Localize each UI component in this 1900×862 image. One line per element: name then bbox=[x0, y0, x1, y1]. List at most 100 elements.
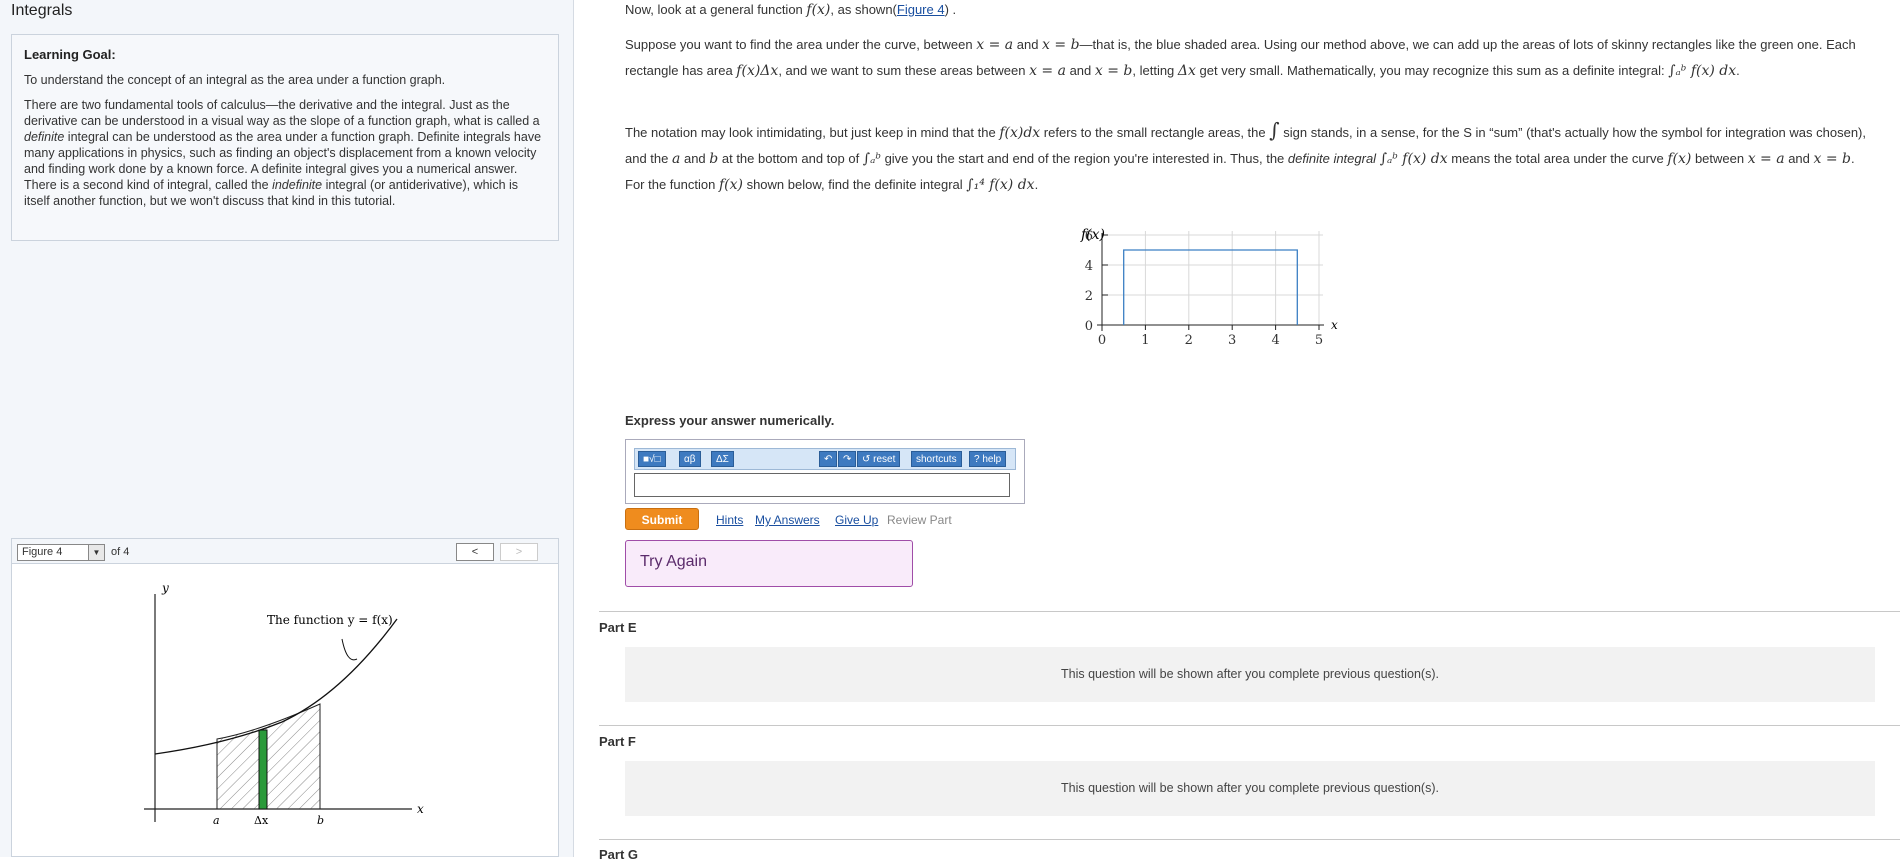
math: b bbox=[709, 151, 719, 167]
math: x = b bbox=[1094, 63, 1133, 79]
math: Δx bbox=[1177, 63, 1196, 79]
divider bbox=[599, 611, 1900, 612]
lg-indefinite: indefinite bbox=[272, 178, 323, 192]
function-graph: 0 1 2 3 4 50246 f(x) x bbox=[1080, 227, 1338, 348]
answer-editor: ■√□ αβ ΔΣ ↶ ↷ ↺ reset shortcuts ? help bbox=[625, 439, 1025, 504]
figure-count: of 4 bbox=[111, 546, 130, 558]
text: at the bottom and top of bbox=[718, 151, 863, 166]
graph-ticks: 0 1 2 3 4 50246 bbox=[1085, 229, 1323, 348]
text: between bbox=[1691, 151, 1748, 166]
learning-goal-line: To understand the concept of an integral… bbox=[24, 73, 446, 87]
text: and bbox=[1065, 63, 1095, 78]
give-up-link[interactable]: Give Up bbox=[835, 513, 878, 527]
math: x = a bbox=[1029, 63, 1066, 79]
math: ∫ₐᵇ bbox=[862, 151, 881, 167]
text: shown below, find the definite integral bbox=[742, 177, 967, 192]
my-answers-link[interactable]: My Answers bbox=[755, 513, 820, 527]
math: x = a bbox=[976, 37, 1014, 53]
redo-button[interactable]: ↷ bbox=[838, 451, 857, 467]
divider bbox=[599, 725, 1900, 726]
function-series-line bbox=[1123, 249, 1298, 325]
text: , as shown( bbox=[830, 2, 897, 17]
math: x = a bbox=[1747, 151, 1785, 167]
label-pointer bbox=[341, 638, 358, 661]
figure-prev-button[interactable]: < bbox=[456, 543, 494, 561]
figure-next-button[interactable]: > bbox=[500, 543, 538, 561]
y-tick-label: 0 bbox=[1085, 319, 1093, 334]
math: f(x)dx bbox=[999, 125, 1041, 141]
reset-button[interactable]: ↺ reset bbox=[857, 451, 901, 467]
text: Suppose you want to find the area under … bbox=[625, 37, 977, 52]
greek-button[interactable]: αβ bbox=[679, 451, 701, 467]
part-e-label: Part E bbox=[599, 620, 637, 635]
text: The notation may look intimidating, but … bbox=[625, 125, 1000, 140]
shaded-area bbox=[216, 703, 321, 810]
figure-4-diagram: y x The function y = f(x) a Δx b bbox=[144, 581, 424, 827]
learning-goal-box: Learning Goal: To understand the concept… bbox=[11, 34, 559, 241]
shortcuts-button[interactable]: shortcuts bbox=[911, 451, 962, 467]
text: and bbox=[1013, 37, 1043, 52]
figure-select[interactable]: Figure 4 ▼ bbox=[17, 544, 105, 561]
math: f(x) bbox=[718, 177, 743, 193]
chevron-down-icon[interactable]: ▼ bbox=[88, 545, 104, 560]
help-button[interactable]: ? help bbox=[969, 451, 1007, 467]
hints-link[interactable]: Hints bbox=[716, 513, 743, 527]
left-panel: Integrals Learning Goal: To understand t… bbox=[0, 0, 574, 857]
figure-select-value: Figure 4 bbox=[22, 546, 63, 558]
text: . bbox=[1736, 63, 1740, 78]
text: ) . bbox=[944, 2, 957, 17]
sum-paragraph: Suppose you want to find the area under … bbox=[625, 32, 1875, 84]
text: get very small. Mathematically, you may … bbox=[1195, 63, 1669, 78]
function-label: The function y = f(x) bbox=[267, 613, 393, 627]
graph-x-label: x bbox=[1331, 318, 1338, 332]
answer-prompt: Express your answer numerically. bbox=[625, 413, 835, 428]
text: , letting bbox=[1132, 63, 1178, 78]
lg-text-a: There are two fundamental tools of calcu… bbox=[24, 98, 540, 128]
figure-panel: Figure 4 ▼ of 4 < > y x The function y =… bbox=[11, 538, 559, 857]
x-tick-label: 2 bbox=[1185, 333, 1193, 348]
answer-input[interactable] bbox=[634, 473, 1010, 497]
b-label: b bbox=[317, 814, 324, 827]
feedback-box: Try Again bbox=[625, 540, 913, 587]
text: Now, look at a general function bbox=[625, 2, 807, 17]
symbols-button[interactable]: ΔΣ bbox=[711, 451, 734, 467]
review-part-link: Review Part bbox=[887, 513, 952, 527]
a-label: a bbox=[213, 814, 220, 827]
math: f(x) bbox=[1667, 151, 1692, 167]
math: x = b bbox=[1813, 151, 1852, 167]
math: ∫ₐᵇ f(x) dx bbox=[1379, 151, 1448, 167]
page-title: Integrals bbox=[11, 2, 73, 19]
math: ∫ₐᵇ f(x) dx bbox=[1668, 63, 1737, 79]
divider bbox=[599, 839, 1900, 840]
part-f-label: Part F bbox=[599, 734, 636, 749]
figure-4-link[interactable]: Figure 4 bbox=[897, 2, 945, 17]
learning-goal-paragraph: There are two fundamental tools of calcu… bbox=[24, 97, 546, 209]
y-tick-label: 4 bbox=[1085, 259, 1093, 274]
math: f(x) bbox=[806, 2, 831, 18]
text: give you the start and end of the region… bbox=[880, 151, 1288, 166]
x-tick-label: 3 bbox=[1228, 333, 1236, 348]
lg-definite: definite bbox=[24, 130, 65, 144]
text: definite integral bbox=[1287, 151, 1377, 166]
part-g-label: Part G bbox=[599, 847, 639, 862]
math: f(x)Δx bbox=[736, 63, 779, 79]
text: . bbox=[1034, 177, 1039, 192]
graph-axes bbox=[1097, 233, 1324, 331]
green-rectangle bbox=[258, 729, 268, 810]
figure-nav-bar: Figure 4 ▼ of 4 < > bbox=[12, 539, 558, 564]
y-axis-label: y bbox=[161, 581, 169, 595]
templates-button[interactable]: ■√□ bbox=[638, 451, 666, 467]
graph-y-label: f(x) bbox=[1080, 227, 1105, 243]
undo-button[interactable]: ↶ bbox=[819, 451, 838, 467]
math: ∫₁⁴ f(x) dx bbox=[966, 177, 1035, 193]
x-tick-label: 1 bbox=[1141, 333, 1149, 348]
y-tick-label: 2 bbox=[1085, 289, 1093, 304]
graph-grid bbox=[1102, 231, 1323, 325]
text: , and we want to sum these areas between bbox=[778, 63, 1030, 78]
x-tick-label: 4 bbox=[1271, 333, 1279, 348]
submit-button[interactable]: Submit bbox=[625, 508, 699, 530]
text: and bbox=[680, 151, 710, 166]
text: means the total area under the curve bbox=[1447, 151, 1668, 166]
x-tick-label: 5 bbox=[1315, 333, 1323, 348]
text: refers to the small rectangle areas, the bbox=[1040, 125, 1270, 140]
